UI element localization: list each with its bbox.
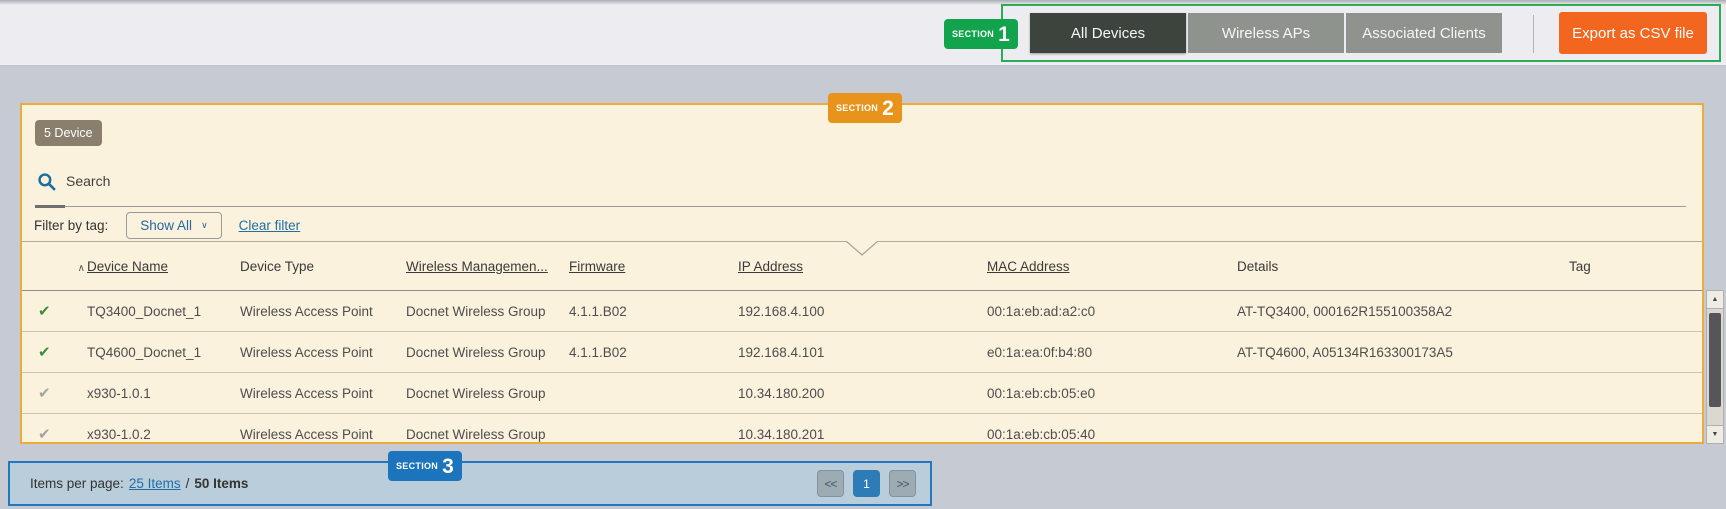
device-view-tabs: All DevicesWireless APsAssociated Client… xyxy=(1030,13,1502,53)
tag-filter-value: Show All xyxy=(140,218,192,233)
cell-type: Wireless Access Point xyxy=(240,386,406,401)
section-3-word: SECTION xyxy=(396,461,438,471)
export-csv-button[interactable]: Export as CSV file xyxy=(1559,12,1707,54)
column-header-status: ∧ xyxy=(22,259,87,274)
items-separator: / xyxy=(186,476,190,491)
last-page-button[interactable]: >> xyxy=(889,470,916,497)
section-1-word: SECTION xyxy=(952,29,994,39)
section-1-annotation-box: All DevicesWireless APsAssociated Client… xyxy=(1001,4,1721,62)
filter-by-tag-label: Filter by tag: xyxy=(34,218,108,233)
table-row[interactable]: ✔ x930-1.0.1Wireless Access PointDocnet W… xyxy=(22,373,1702,414)
page: SECTION 1 All DevicesWireless APsAssocia… xyxy=(0,0,1726,509)
cell-mac: 00:1a:eb:cb:05:e0 xyxy=(987,386,1237,401)
section-2-word: SECTION xyxy=(836,103,878,113)
search-bar xyxy=(37,168,366,194)
cell-name: TQ3400_Docnet_1 xyxy=(87,304,240,319)
cell-type: Wireless Access Point xyxy=(240,345,406,360)
pagination-bar: SECTION 3 Items per page: 25 Items / 50 … xyxy=(8,461,932,506)
cell-firmware: 4.1.1.B02 xyxy=(569,304,738,319)
scrollbar-thumb[interactable] xyxy=(1709,313,1721,407)
filter-bar: Filter by tag: Show All ∨ Clear filter xyxy=(34,209,300,241)
tab-associated-clients[interactable]: Associated Clients xyxy=(1346,13,1502,53)
device-table-panel: SECTION 2 5 Device Filter by tag: Show A… xyxy=(20,103,1704,444)
cell-ip: 10.34.180.200 xyxy=(738,386,987,401)
page-size-link[interactable]: 25 Items xyxy=(129,476,181,491)
column-header-mac-address[interactable]: MAC Address xyxy=(987,259,1237,274)
status-check-icon: ✔ xyxy=(22,384,51,402)
cell-name: x930-1.0.2 xyxy=(87,427,240,442)
status-check-icon: ✔ xyxy=(22,425,51,443)
table-row[interactable]: ✔ TQ4600_Docnet_1Wireless Access PointDoc… xyxy=(22,332,1702,373)
table-row[interactable]: ✔ TQ3400_Docnet_1Wireless Access PointDoc… xyxy=(22,291,1702,332)
device-count-badge: 5 Device xyxy=(35,120,102,146)
cell-group: Docnet Wireless Group xyxy=(406,386,569,401)
cell-mac: 00:1a:eb:ad:a2:c0 xyxy=(987,304,1237,319)
status-check-icon: ✔ xyxy=(22,302,51,320)
table-body: ✔TQ3400_Docnet_1Wireless Access PointDoc… xyxy=(22,291,1702,444)
search-underline xyxy=(35,206,1686,207)
cell-group: Docnet Wireless Group xyxy=(406,345,569,360)
cell-group: Docnet Wireless Group xyxy=(406,427,569,442)
cell-name: TQ4600_Docnet_1 xyxy=(87,345,240,360)
section-3-badge: SECTION 3 xyxy=(388,451,462,481)
cell-details: AT-TQ3400, 000162R155100358A2 xyxy=(1237,304,1569,319)
column-header-firmware[interactable]: Firmware xyxy=(569,259,738,274)
tab-all-devices[interactable]: All Devices xyxy=(1030,13,1186,53)
first-page-button[interactable]: << xyxy=(817,470,844,497)
tab-wireless-aps[interactable]: Wireless APs xyxy=(1188,13,1344,53)
cell-ip: 192.168.4.100 xyxy=(738,304,987,319)
cell-mac: e0:1a:ea:0f:b4:80 xyxy=(987,345,1237,360)
collapse-chevron-icon[interactable] xyxy=(845,241,879,257)
cell-type: Wireless Access Point xyxy=(240,304,406,319)
vertical-scrollbar[interactable]: ▲ ▼ xyxy=(1706,290,1724,444)
tag-filter-dropdown[interactable]: Show All ∨ xyxy=(126,212,221,239)
sort-ascending-icon: ∧ xyxy=(78,263,85,274)
pagination-buttons: << 1 >> xyxy=(817,470,916,497)
cell-ip: 10.34.180.201 xyxy=(738,427,987,442)
cell-group: Docnet Wireless Group xyxy=(406,304,569,319)
chevron-down-icon: ∨ xyxy=(201,220,208,231)
status-check-icon: ✔ xyxy=(22,343,51,361)
section-2-number: 2 xyxy=(882,98,894,119)
current-page-button[interactable]: 1 xyxy=(853,470,880,497)
section-2-badge: SECTION 2 xyxy=(828,93,902,123)
scroll-down-icon[interactable]: ▼ xyxy=(1707,425,1723,443)
search-icon xyxy=(37,172,56,191)
column-header-device-name[interactable]: Device Name xyxy=(87,259,240,274)
clear-filter-link[interactable]: Clear filter xyxy=(239,218,301,233)
toolbar-divider xyxy=(1533,15,1534,53)
column-header-device-type: Device Type xyxy=(240,259,406,274)
column-header-details: Details xyxy=(1237,259,1569,274)
cell-firmware: 4.1.1.B02 xyxy=(569,345,738,360)
column-header-tag: Tag xyxy=(1569,259,1702,274)
column-header-wireless-managemen[interactable]: Wireless Managemen... xyxy=(406,259,569,274)
column-header-ip-address[interactable]: IP Address xyxy=(738,259,987,274)
scroll-up-icon[interactable]: ▲ xyxy=(1707,291,1723,309)
section-1-badge: SECTION 1 xyxy=(944,19,1018,49)
table-row[interactable]: ✔ x930-1.0.2Wireless Access PointDocnet W… xyxy=(22,414,1702,444)
search-input[interactable] xyxy=(66,173,366,189)
section-3-number: 3 xyxy=(442,456,454,477)
cell-mac: 00:1a:eb:cb:05:40 xyxy=(987,427,1237,442)
cell-details: AT-TQ4600, A05134R163300173A5 xyxy=(1237,345,1569,360)
items-per-page: Items per page: 25 Items / 50 Items xyxy=(30,463,248,504)
cell-name: x930-1.0.1 xyxy=(87,386,240,401)
items-per-page-label: Items per page: xyxy=(30,476,124,491)
total-items-label: 50 Items xyxy=(194,476,248,491)
cell-ip: 192.168.4.101 xyxy=(738,345,987,360)
section-1-number: 1 xyxy=(998,24,1010,45)
cell-type: Wireless Access Point xyxy=(240,427,406,442)
